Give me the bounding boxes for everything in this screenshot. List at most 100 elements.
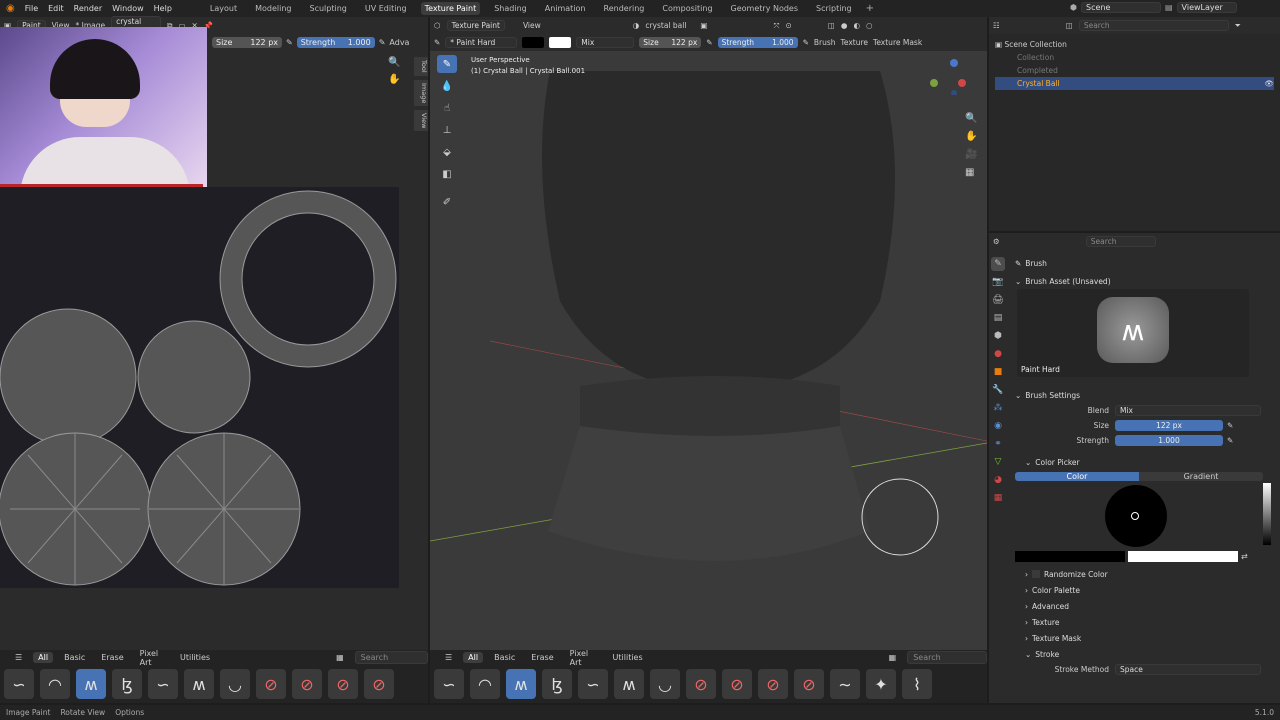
size-slider[interactable]: 122 px bbox=[1115, 420, 1223, 431]
brush-thumb-erase[interactable]: ⊘ bbox=[758, 669, 788, 699]
primary-color-bar[interactable] bbox=[1015, 551, 1125, 562]
workspace-tab-compositing[interactable]: Compositing bbox=[658, 2, 716, 15]
camera-icon[interactable]: 🎥 bbox=[965, 149, 977, 160]
menu-window[interactable]: Window bbox=[112, 4, 144, 13]
brush-thumb[interactable]: ⌇ bbox=[902, 669, 932, 699]
scene-tab-icon[interactable]: ⬢ bbox=[991, 329, 1005, 343]
brush-thumb[interactable]: ʍ bbox=[184, 669, 214, 699]
shelf-tab-basic[interactable]: Basic bbox=[59, 652, 90, 663]
brush-thumb-selected[interactable]: ʍ bbox=[76, 669, 106, 699]
viewport-size-field[interactable]: Size 122 px bbox=[639, 37, 702, 48]
grid-icon[interactable]: ▦ bbox=[965, 167, 977, 178]
add-workspace-icon[interactable]: + bbox=[866, 3, 874, 14]
fill-tool-icon[interactable]: ⬙ bbox=[437, 143, 457, 161]
swap-colors-icon[interactable]: ⇄ bbox=[1241, 552, 1248, 561]
viewport-3d[interactable]: ⬡ Texture Paint View ◑ crystal ball ▣ ⤧ … bbox=[430, 17, 987, 703]
smear-tool-icon[interactable]: ☝ bbox=[437, 99, 457, 117]
brush-preview-box[interactable]: ʍ Paint Hard bbox=[1017, 289, 1249, 377]
brush-thumb[interactable]: ∽ bbox=[578, 669, 608, 699]
shelf-tab-pixel-art[interactable]: Pixel Art bbox=[565, 648, 602, 668]
physics-tab-icon[interactable]: ◉ bbox=[991, 419, 1005, 433]
strength-pressure-toggle-icon[interactable]: ✎ bbox=[1227, 436, 1233, 445]
mask-tool-icon[interactable]: ◧ bbox=[437, 165, 457, 183]
shelf-tab-utilities[interactable]: Utilities bbox=[608, 652, 648, 663]
brush-thumb[interactable]: ∼ bbox=[830, 669, 860, 699]
brush-menu[interactable]: Brush bbox=[814, 38, 836, 47]
brush-thumb-selected[interactable]: ʍ bbox=[506, 669, 536, 699]
workspace-tab-sculpting[interactable]: Sculpting bbox=[306, 2, 351, 15]
shelf-search-input[interactable]: Search bbox=[354, 651, 428, 664]
color-wheel-cursor[interactable] bbox=[1131, 512, 1139, 520]
texture-mask-menu[interactable]: Texture Mask bbox=[873, 38, 922, 47]
vp-strength-pressure-icon[interactable]: ✎ bbox=[803, 38, 809, 47]
advanced-header[interactable]: › Advanced bbox=[1015, 598, 1271, 614]
material-tab-icon[interactable]: ◕ bbox=[991, 473, 1005, 487]
outliner-row-crystal-ball[interactable]: Crystal Ball 👁 bbox=[995, 77, 1274, 90]
shelf-tab-erase[interactable]: Erase bbox=[526, 652, 558, 663]
xray-icon[interactable]: ◫ bbox=[828, 21, 835, 30]
brush-thumb[interactable]: ◡ bbox=[220, 669, 250, 699]
display-mode-icon[interactable]: ◫ bbox=[1066, 21, 1073, 30]
shelf-menu-icon[interactable]: ☰ bbox=[10, 652, 27, 663]
color-palette-header[interactable]: › Color Palette bbox=[1015, 582, 1271, 598]
secondary-color-swatch[interactable] bbox=[549, 37, 572, 48]
world-tab-icon[interactable]: ● bbox=[991, 347, 1005, 361]
outliner-editor-icon[interactable]: ☷ bbox=[993, 21, 1000, 30]
side-tab-image[interactable]: Image bbox=[414, 79, 428, 106]
brush-thumb[interactable]: ɮ bbox=[112, 669, 142, 699]
object-tab-icon[interactable]: ■ bbox=[991, 365, 1005, 379]
side-tab-tool[interactable]: Tool bbox=[414, 57, 428, 76]
properties-editor-icon[interactable]: ⚙ bbox=[993, 237, 1000, 246]
tool-tab-icon[interactable]: ✎ bbox=[991, 257, 1005, 271]
brush-thumb[interactable]: ∽ bbox=[4, 669, 34, 699]
workspace-tab-texture-paint[interactable]: Texture Paint bbox=[420, 2, 481, 15]
view-layer-tab-icon[interactable]: ▤ bbox=[991, 311, 1005, 325]
overlay-icon[interactable]: ⊙ bbox=[786, 21, 792, 30]
gradient-tab[interactable]: Gradient bbox=[1139, 472, 1263, 481]
value-slider[interactable] bbox=[1263, 483, 1271, 545]
brush-thumb-erase[interactable]: ⊘ bbox=[292, 669, 322, 699]
primary-color-swatch[interactable] bbox=[522, 37, 545, 48]
brush-thumb-erase[interactable]: ⊘ bbox=[256, 669, 286, 699]
brush-thumb-erase[interactable]: ⊘ bbox=[328, 669, 358, 699]
secondary-color-bar[interactable] bbox=[1128, 551, 1238, 562]
particles-tab-icon[interactable]: ⁂ bbox=[991, 401, 1005, 415]
brush-selector[interactable]: * Paint Hard bbox=[445, 37, 518, 48]
render-tab-icon[interactable]: 📷 bbox=[991, 275, 1005, 289]
filter-icon[interactable]: ⏷ bbox=[1235, 21, 1241, 31]
outliner-search-input[interactable]: Search bbox=[1078, 20, 1229, 31]
outliner-row-completed[interactable]: Completed bbox=[995, 64, 1274, 77]
annotate-tool-icon[interactable]: ✐ bbox=[437, 193, 457, 211]
blender-logo-icon[interactable]: ◉ bbox=[6, 3, 15, 14]
outliner-row-collection[interactable]: Collection bbox=[995, 51, 1274, 64]
side-tab-view[interactable]: View bbox=[414, 110, 428, 132]
brush-thumb[interactable]: ∽ bbox=[434, 669, 464, 699]
viewport-mode-selector[interactable]: Texture Paint bbox=[446, 20, 505, 31]
vp-size-pressure-icon[interactable]: ✎ bbox=[706, 38, 712, 47]
workspace-tab-shading[interactable]: Shading bbox=[490, 2, 531, 15]
workspace-tab-geometry-nodes[interactable]: Geometry Nodes bbox=[727, 2, 802, 15]
shelf-tab-basic[interactable]: Basic bbox=[489, 652, 520, 663]
randomize-color-row[interactable]: › Randomize Color bbox=[1015, 566, 1271, 582]
rendered-shading-icon[interactable]: ○ bbox=[866, 21, 873, 30]
color-tab[interactable]: Color bbox=[1015, 472, 1139, 481]
data-tab-icon[interactable]: ▽ bbox=[991, 455, 1005, 469]
blend-selector[interactable]: Mix bbox=[576, 37, 635, 48]
shelf-search-input[interactable]: Search bbox=[907, 651, 987, 664]
texture-header[interactable]: › Texture bbox=[1015, 614, 1271, 630]
shelf-tab-pixel-art[interactable]: Pixel Art bbox=[135, 648, 169, 668]
viewport-editor-type-icon[interactable]: ⬡ bbox=[434, 21, 441, 30]
brush-thumb[interactable]: ʍ bbox=[614, 669, 644, 699]
clone-tool-icon[interactable]: ⊥ bbox=[437, 121, 457, 139]
brush-thumb-erase[interactable]: ⊘ bbox=[794, 669, 824, 699]
workspace-tab-layout[interactable]: Layout bbox=[206, 2, 241, 15]
draw-tool-icon[interactable]: ✎ bbox=[437, 55, 457, 73]
material-shading-icon[interactable]: ◐ bbox=[853, 21, 860, 30]
brush-thumb-erase[interactable]: ⊘ bbox=[364, 669, 394, 699]
navigation-gizmo[interactable] bbox=[928, 57, 966, 96]
brush-thumb[interactable]: ✦ bbox=[866, 669, 896, 699]
shelf-display-icon[interactable]: ▦ bbox=[884, 652, 902, 663]
image-size-field[interactable]: Size 122 px bbox=[212, 37, 282, 48]
zoom-icon[interactable]: 🔍 bbox=[388, 57, 400, 68]
brush-thumb[interactable]: ◠ bbox=[470, 669, 500, 699]
